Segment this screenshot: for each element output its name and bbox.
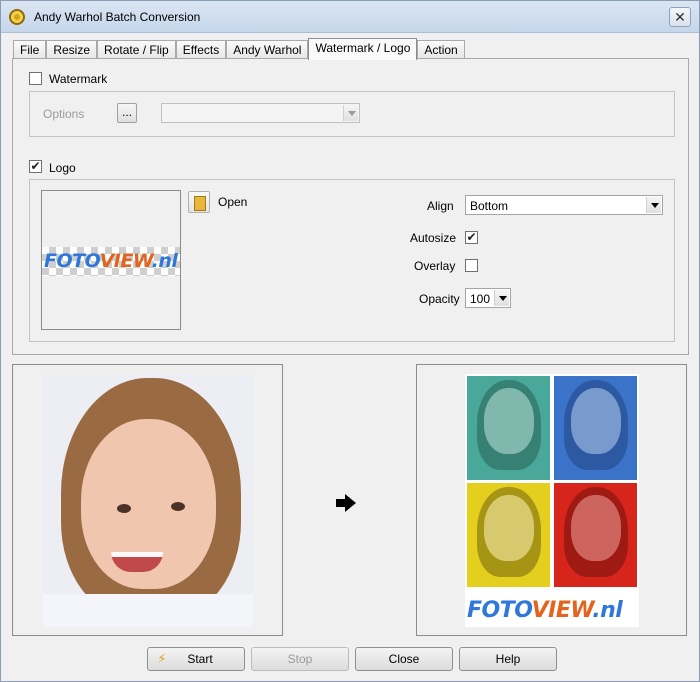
warhol-quadrant	[467, 483, 550, 587]
logo-preview-image: FOTOVIEW.nl	[44, 250, 178, 272]
overlay-checkbox[interactable]	[465, 259, 478, 272]
open-label[interactable]: Open	[218, 195, 247, 209]
options-ellipsis-button[interactable]: ...	[117, 103, 137, 123]
warhol-quadrant	[554, 376, 637, 480]
result-logo: FOTOVIEW.nl	[467, 598, 623, 623]
checkmark-icon: ✔	[30, 159, 41, 173]
overlay-label: Overlay	[414, 259, 456, 273]
close-button[interactable]: Close	[355, 647, 453, 671]
opacity-select-value: 100	[470, 292, 491, 306]
warhol-quadrant	[554, 483, 637, 587]
tab-effects[interactable]: Effects	[175, 40, 227, 59]
watermark-checkbox[interactable]	[29, 72, 42, 85]
chevron-down-icon	[343, 105, 358, 121]
source-photo	[43, 374, 253, 627]
lightning-icon: ⚡	[157, 651, 167, 666]
tab-file[interactable]: File	[13, 40, 47, 59]
logo-preview: FOTOVIEW.nl	[41, 190, 181, 330]
autosize-checkbox[interactable]: ✔	[465, 231, 478, 244]
tab-rotate-flip[interactable]: Rotate / Flip	[97, 40, 176, 59]
tab-resize[interactable]: Resize	[46, 40, 98, 59]
logo-checkbox[interactable]: ✔	[29, 160, 42, 173]
chevron-down-icon	[646, 197, 661, 213]
transparent-checkerboard: FOTOVIEW.nl	[42, 247, 180, 276]
opacity-select[interactable]: 100	[465, 288, 511, 308]
tab-strip: File Resize Rotate / Flip Effects Andy W…	[13, 38, 465, 60]
start-button[interactable]: ⚡ Start	[147, 647, 245, 671]
warhol-result-image: FOTOVIEW.nl	[465, 374, 639, 627]
source-image-panel	[12, 364, 283, 636]
tab-action[interactable]: Action	[417, 40, 465, 59]
watermark-label: Watermark	[49, 72, 108, 86]
watermark-group: Options ...	[29, 91, 675, 137]
open-folder-icon[interactable]	[188, 191, 210, 213]
autosize-label: Autosize	[410, 231, 457, 245]
main-window: Andy Warhol Batch Conversion ✕ File Resi…	[0, 0, 700, 682]
gear-icon	[9, 9, 25, 25]
watermark-select[interactable]	[161, 103, 360, 123]
warhol-quadrant	[467, 376, 550, 480]
tab-watermark-logo[interactable]: Watermark / Logo	[308, 38, 418, 60]
tab-andy-warhol[interactable]: Andy Warhol	[226, 40, 309, 59]
opacity-label: Opacity	[419, 292, 460, 306]
stop-button[interactable]: Stop	[251, 647, 349, 671]
watermark-logo-panel: Watermark Options ... ✔ Logo FOTOVIEW.nl…	[12, 58, 689, 355]
checkmark-icon: ✔	[466, 230, 477, 244]
arrow-right-icon	[336, 494, 356, 512]
align-select-value: Bottom	[470, 199, 509, 213]
start-button-label: Start	[187, 652, 213, 666]
chevron-down-icon	[494, 290, 509, 306]
align-select[interactable]: Bottom	[465, 195, 663, 215]
align-label: Align	[427, 199, 454, 213]
close-window-button[interactable]: ✕	[669, 7, 691, 27]
options-label: Options	[43, 107, 85, 121]
logo-label: Logo	[49, 161, 76, 175]
window-title: Andy Warhol Batch Conversion	[34, 10, 201, 24]
title-bar: Andy Warhol Batch Conversion ✕	[1, 1, 699, 33]
result-image-panel: FOTOVIEW.nl	[416, 364, 687, 636]
help-button[interactable]: Help	[459, 647, 557, 671]
